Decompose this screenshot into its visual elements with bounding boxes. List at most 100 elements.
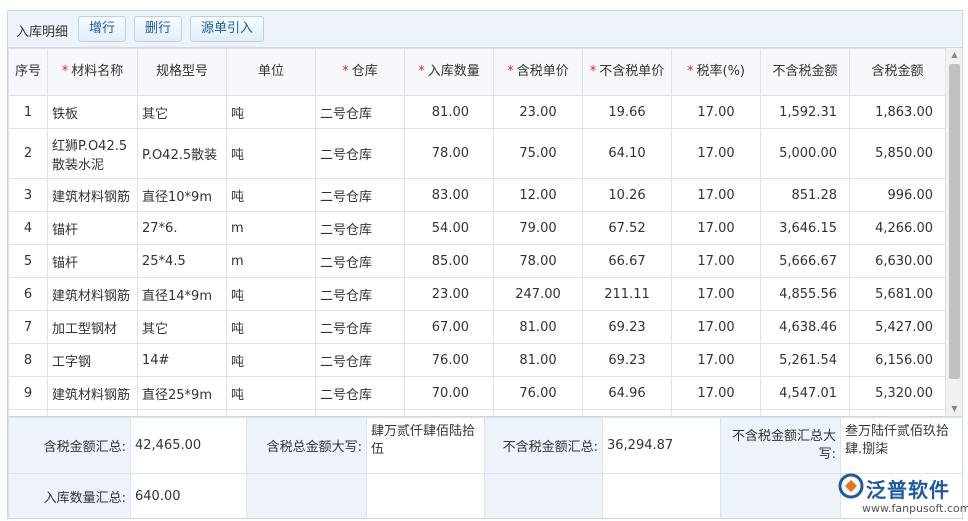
table-cell[interactable]: 工字钢 bbox=[47, 343, 138, 377]
table-cell[interactable]: 加工型钢材 bbox=[47, 310, 138, 344]
table-cell[interactable]: 3 bbox=[8, 178, 48, 212]
table-cell[interactable]: 12.00 bbox=[493, 178, 583, 212]
column-header[interactable]: 单位 bbox=[226, 48, 316, 96]
table-cell[interactable]: 76.00 bbox=[493, 376, 583, 410]
table-cell[interactable]: 10.26 bbox=[582, 178, 672, 212]
table-row[interactable]: 4 锚杆 27*6. m 二号仓库 54.00 79.00 67.52 17.00 3,646.1… bbox=[8, 211, 946, 245]
table-cell[interactable]: 建筑材料钢筋 bbox=[47, 376, 138, 410]
table-cell[interactable]: m bbox=[226, 244, 316, 278]
table-cell[interactable]: 17.00 bbox=[671, 178, 761, 212]
table-cell[interactable]: 17.00 bbox=[671, 310, 761, 344]
table-cell[interactable]: 1 bbox=[8, 95, 48, 129]
column-header[interactable]: * 仓库 bbox=[315, 48, 405, 96]
table-cell[interactable]: 996.00 bbox=[849, 178, 946, 212]
table-cell[interactable]: 1,863.00 bbox=[849, 95, 946, 129]
table-cell[interactable]: 79.00 bbox=[493, 211, 583, 245]
table-cell[interactable]: 64.96 bbox=[582, 376, 672, 410]
table-cell[interactable]: 直径10*9m bbox=[137, 178, 227, 212]
table-cell[interactable]: 76.00 bbox=[404, 343, 494, 377]
column-header[interactable]: 序号 bbox=[8, 48, 48, 96]
table-cell[interactable]: 4,638.46 bbox=[760, 310, 850, 344]
table-cell[interactable]: 5,320.00 bbox=[849, 376, 946, 410]
table-cell[interactable]: 5,000.00 bbox=[760, 128, 850, 179]
table-cell[interactable]: 17.00 bbox=[671, 211, 761, 245]
table-cell[interactable]: 4 bbox=[8, 211, 48, 245]
table-cell[interactable]: 吨 bbox=[226, 95, 316, 129]
table-cell[interactable]: 1,592.31 bbox=[760, 95, 850, 129]
table-cell[interactable]: 66.67 bbox=[582, 244, 672, 278]
column-header[interactable]: 规格型号 bbox=[137, 48, 227, 96]
table-cell[interactable]: 吨 bbox=[226, 310, 316, 344]
tax-excl-upper-value[interactable]: 叁万陆仟贰佰玖拾肆.捌柒 bbox=[840, 417, 962, 474]
table-cell[interactable]: 二号仓库 bbox=[315, 178, 405, 212]
table-cell[interactable]: 二号仓库 bbox=[315, 376, 405, 410]
table-row[interactable]: 7 加工型钢材 其它吨二号仓库 67.00 81.00 69.23 17.00 4,638.4… bbox=[8, 310, 946, 344]
table-cell[interactable]: 6 bbox=[8, 277, 48, 311]
add-row-button[interactable]: 增行 bbox=[78, 16, 126, 42]
tax-incl-upper-value[interactable]: 肆万贰仟肆佰陆拾伍 bbox=[366, 417, 485, 474]
tax-incl-total-value[interactable]: 42,465.00 bbox=[130, 417, 247, 474]
table-cell[interactable]: 54.00 bbox=[404, 211, 494, 245]
table-cell[interactable]: 4,855.56 bbox=[760, 277, 850, 311]
table-cell[interactable]: 70.00 bbox=[404, 376, 494, 410]
table-cell[interactable]: 27*6. bbox=[137, 211, 227, 245]
scroll-up-icon[interactable]: ▲ bbox=[946, 48, 962, 62]
table-cell[interactable]: 二号仓库 bbox=[315, 310, 405, 344]
table-cell[interactable]: 5 bbox=[8, 244, 48, 278]
table-cell[interactable]: 吨 bbox=[226, 178, 316, 212]
table-cell[interactable]: 67.00 bbox=[404, 310, 494, 344]
table-cell[interactable]: 81.00 bbox=[404, 95, 494, 129]
table-cell[interactable]: 铁板 bbox=[47, 95, 138, 129]
table-cell[interactable]: 吨 bbox=[226, 128, 316, 179]
table-cell[interactable]: 81.00 bbox=[493, 343, 583, 377]
table-cell[interactable]: 69.23 bbox=[582, 343, 672, 377]
table-cell[interactable]: 17.00 bbox=[671, 244, 761, 278]
table-cell[interactable]: 81.00 bbox=[493, 310, 583, 344]
table-cell[interactable]: 67.52 bbox=[582, 211, 672, 245]
table-cell[interactable]: 二号仓库 bbox=[315, 211, 405, 245]
table-cell[interactable]: 二号仓库 bbox=[315, 128, 405, 179]
table-cell[interactable]: 23.00 bbox=[493, 95, 583, 129]
table-cell[interactable]: 64.10 bbox=[582, 128, 672, 179]
column-header[interactable]: * 税率(%) bbox=[671, 48, 761, 96]
source-import-button[interactable]: 源单引入 bbox=[190, 16, 264, 42]
table-row[interactable]: 2 红狮P.O42.5散装水泥 P.O42.5散装吨二号仓库 78.00 75.00 64… bbox=[8, 128, 946, 179]
table-cell[interactable]: 3,646.15 bbox=[760, 211, 850, 245]
table-cell[interactable]: 78.00 bbox=[493, 244, 583, 278]
table-row[interactable]: 3 建筑材料钢筋 直径10*9m 吨二号仓库 83.00 12.00 10.26 17.00 8… bbox=[8, 178, 946, 212]
table-cell[interactable]: 19.66 bbox=[582, 95, 672, 129]
table-cell[interactable]: 7 bbox=[8, 310, 48, 344]
table-cell[interactable]: 二号仓库 bbox=[315, 244, 405, 278]
table-cell[interactable]: 建筑材料钢筋 bbox=[47, 178, 138, 212]
delete-row-button[interactable]: 删行 bbox=[134, 16, 182, 42]
table-cell[interactable]: 6,156.00 bbox=[849, 343, 946, 377]
table-row[interactable]: 5 锚杆 25*4.5 m 二号仓库 85.00 78.00 66.67 17.00 5,666.… bbox=[8, 244, 946, 278]
qty-total-value[interactable]: 640.00 bbox=[130, 473, 247, 518]
table-cell[interactable]: 17.00 bbox=[671, 343, 761, 377]
column-header[interactable]: * 入库数量 bbox=[404, 48, 494, 96]
table-cell[interactable]: 其它 bbox=[137, 95, 227, 129]
scroll-down-icon[interactable]: ▼ bbox=[946, 402, 962, 416]
table-cell[interactable]: 二号仓库 bbox=[315, 343, 405, 377]
table-cell[interactable]: 9 bbox=[8, 376, 48, 410]
table-cell[interactable]: 14# bbox=[137, 343, 227, 377]
table-cell[interactable]: 5,261.54 bbox=[760, 343, 850, 377]
table-cell[interactable]: P.O42.5散装 bbox=[137, 128, 227, 179]
table-cell[interactable]: 851.28 bbox=[760, 178, 850, 212]
table-cell[interactable]: 直径14*9m bbox=[137, 277, 227, 311]
table-cell[interactable]: 247.00 bbox=[493, 277, 583, 311]
table-cell[interactable]: 吨 bbox=[226, 277, 316, 311]
table-cell[interactable]: 2 bbox=[8, 128, 48, 179]
table-cell[interactable]: 78.00 bbox=[404, 128, 494, 179]
table-cell[interactable]: 23.00 bbox=[404, 277, 494, 311]
tax-excl-total-value[interactable]: 36,294.87 bbox=[602, 417, 721, 474]
table-cell[interactable]: 69.23 bbox=[582, 310, 672, 344]
table-cell[interactable]: 吨 bbox=[226, 343, 316, 377]
table-cell[interactable]: 75.00 bbox=[493, 128, 583, 179]
column-header[interactable]: * 材料名称 bbox=[47, 48, 138, 96]
table-cell[interactable]: 锚杆 bbox=[47, 211, 138, 245]
table-cell[interactable]: 85.00 bbox=[404, 244, 494, 278]
table-cell[interactable]: 17.00 bbox=[671, 128, 761, 179]
table-cell[interactable]: 4,266.00 bbox=[849, 211, 946, 245]
table-cell[interactable]: 建筑材料钢筋 bbox=[47, 277, 138, 311]
